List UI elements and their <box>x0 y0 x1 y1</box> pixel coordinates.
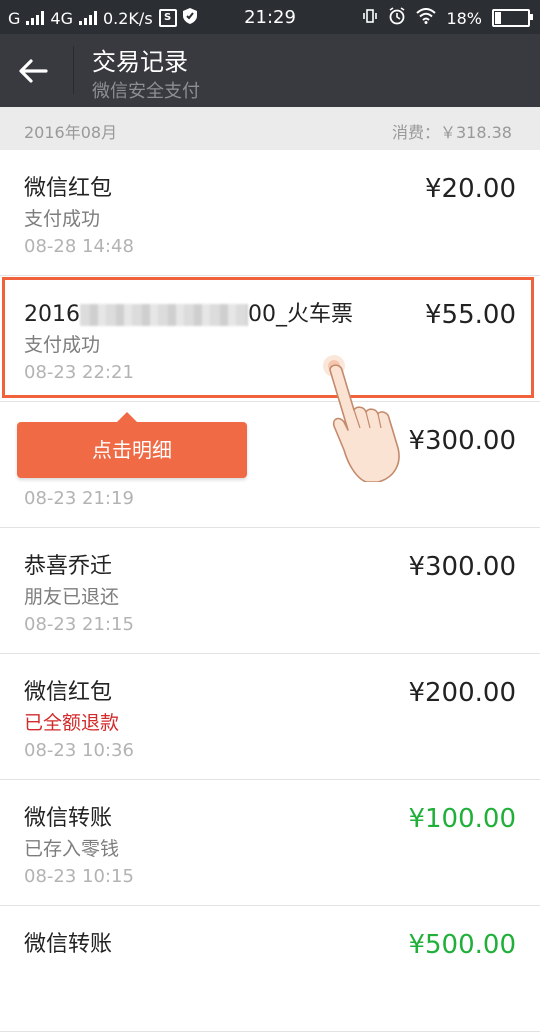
transaction-name: 微信红包 <box>24 680 113 705</box>
battery-label: 18% <box>446 8 482 28</box>
transaction-name-prefix: 2016 <box>24 302 80 327</box>
battery-icon <box>492 9 533 27</box>
status-bar: G 4G 0.2K/s S 21:29 18% <box>0 0 540 34</box>
transaction-list: 微信红包 支付成功 08-28 14:48 ¥20.00 2016 00_火车票 … <box>0 150 540 1032</box>
back-arrow-icon <box>19 59 48 83</box>
transaction-amount: ¥200.00 <box>408 678 516 708</box>
page-subtitle: 微信安全支付 <box>92 81 200 102</box>
transaction-date: 08-23 10:15 <box>24 866 134 887</box>
tap-detail-tooltip: 点击明细 <box>17 412 247 478</box>
vibrate-icon <box>362 8 378 28</box>
transaction-name: 微信转账 <box>24 806 113 831</box>
transaction-date: 08-23 22:21 <box>24 362 134 383</box>
transaction-row[interactable]: 恭喜乔迁 朋友已退还 08-23 21:15 ¥300.00 <box>0 528 540 654</box>
transaction-name-suffix: 00_火车票 <box>248 302 353 327</box>
transaction-name: 微信红包 <box>24 176 113 201</box>
pointing-hand-icon <box>323 355 400 482</box>
transaction-status: 已存入零钱 <box>24 838 120 860</box>
transaction-status: 支付成功 <box>24 208 101 230</box>
alarm-icon <box>388 7 406 29</box>
month-summary-bar: 2016年08月 消费：￥318.38 <box>0 107 540 150</box>
transaction-date: 08-28 14:48 <box>24 236 134 257</box>
transaction-amount: ¥20.00 <box>425 174 516 204</box>
transaction-amount: ¥300.00 <box>408 426 516 456</box>
transaction-name: 2016 00_火车票 <box>24 296 353 328</box>
transaction-date: 08-23 21:19 <box>24 488 134 509</box>
transaction-status: 支付成功 <box>24 334 101 356</box>
title-bar: 交易记录 微信安全支付 <box>0 34 540 107</box>
wifi-icon <box>416 8 437 28</box>
title-divider <box>73 46 74 94</box>
transaction-status: 已全额退款 <box>24 712 120 734</box>
page-title: 交易记录 <box>92 48 188 76</box>
transaction-row[interactable]: 2016 00_火车票 支付成功 08-23 22:21 ¥55.00 <box>0 276 540 402</box>
redacted-text <box>80 304 248 326</box>
transaction-row[interactable]: 微信红包 已全额退款 08-23 10:36 ¥200.00 <box>0 654 540 780</box>
transaction-amount: ¥300.00 <box>408 552 516 582</box>
transaction-date: 08-23 10:36 <box>24 740 134 761</box>
status-right: 18% <box>362 7 533 29</box>
month-label: 2016年08月 <box>24 123 118 142</box>
transaction-date: 08-23 21:15 <box>24 614 134 635</box>
transaction-amount: ¥500.00 <box>408 930 516 960</box>
transaction-name: 恭喜乔迁 <box>24 554 113 579</box>
back-button[interactable] <box>16 54 56 88</box>
transaction-row[interactable]: 微信转账 ¥500.00 <box>0 906 540 1032</box>
transaction-row[interactable]: 微信转账 已存入零钱 08-23 10:15 ¥100.00 <box>0 780 540 906</box>
transaction-row[interactable]: 微信红包 支付成功 08-28 14:48 ¥20.00 <box>0 150 540 276</box>
transaction-name: 微信转账 <box>24 932 113 957</box>
transaction-status: 朋友已退还 <box>24 586 120 608</box>
month-spend: 消费：￥318.38 <box>392 123 512 142</box>
transaction-amount: ¥55.00 <box>425 300 516 330</box>
transaction-amount: ¥100.00 <box>408 804 516 834</box>
